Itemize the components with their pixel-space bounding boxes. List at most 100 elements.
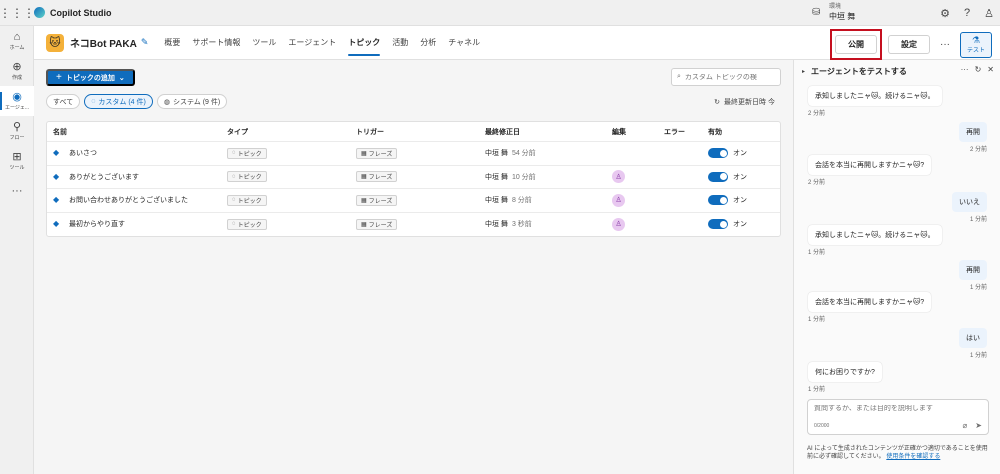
rail-item-flows[interactable]: ⚲ フロー	[0, 116, 34, 146]
rail-item-home[interactable]: ⌂ ホーム	[0, 26, 34, 56]
message-time: 2 分前	[969, 147, 987, 153]
user-message: 再開 1 分前	[959, 260, 987, 291]
trigger-tag: ▦ フレーズ	[356, 171, 398, 183]
copilot-logo-icon	[34, 7, 45, 18]
col-editing: 編集	[612, 128, 626, 136]
settings-button[interactable]: 設定	[888, 35, 930, 54]
message-bubble: 承知しましたニャ🐱。続けるニャ🐱。	[808, 86, 942, 106]
add-topic-button[interactable]: + トピックの追加 ⌄	[46, 69, 135, 86]
more-actions-button[interactable]: ···	[936, 39, 954, 50]
table-row[interactable]: ◆ あいさつ ◌ トピック ▦ フレーズ 中垣 舞 54 分前 オン	[47, 142, 780, 166]
tab-channels[interactable]: チャネル	[442, 26, 486, 60]
enabled-toggle[interactable]	[708, 148, 728, 159]
tab-topics[interactable]: トピック	[342, 26, 386, 60]
chat-input[interactable]	[814, 405, 982, 412]
topics-main: + トピックの追加 ⌄ ⌕ すべて ◌ カスタム (4 件) ◍ システム (9…	[34, 60, 793, 474]
topic-name[interactable]: ありがとうございます	[69, 172, 139, 182]
tab-knowledge[interactable]: サポート情報	[186, 26, 246, 60]
enabled-label: オン	[733, 150, 747, 158]
col-modified[interactable]: 最終修正日	[485, 127, 612, 137]
phrase-icon: ▦	[361, 197, 367, 204]
tab-agents[interactable]: エージェント	[282, 26, 342, 60]
trigger-tag: ▦ フレーズ	[356, 218, 398, 230]
enabled-toggle[interactable]	[708, 195, 728, 206]
topic-name[interactable]: あいさつ	[69, 148, 97, 158]
table-row[interactable]: ◆ ありがとうございます ◌ トピック ▦ フレーズ 中垣 舞 10 分前 ♙ オン	[47, 166, 780, 189]
filter-all[interactable]: すべて	[46, 94, 81, 109]
send-icon[interactable]: ➤	[975, 421, 982, 430]
tab-activity[interactable]: 活動	[386, 26, 414, 60]
filter-system[interactable]: ◍ システム (9 件)	[156, 94, 228, 109]
account-icon[interactable]: ♙	[984, 7, 994, 20]
rail-more-button[interactable]: ···	[0, 176, 34, 206]
col-errors: エラー	[664, 128, 685, 136]
topic-search[interactable]: ⌕	[671, 68, 781, 86]
tab-overview[interactable]: 概要	[158, 26, 186, 60]
filter-custom[interactable]: ◌ カスタム (4 件)	[84, 94, 153, 109]
refresh-label: 最終更新日時 今	[724, 99, 775, 106]
test-button[interactable]: ⚗ テスト	[960, 31, 992, 58]
bot-message: 会話を本当に再開しますかニャ🐱? 1 分前	[808, 292, 932, 323]
panel-title: エージェントをテストする	[811, 66, 907, 76]
table-row[interactable]: ◆ 最初からやり直す ◌ トピック ▦ フレーズ 中垣 舞3 秒前 ♙ オン	[47, 213, 780, 237]
close-icon[interactable]: ✕	[987, 65, 994, 74]
topic-icon: ◆	[53, 195, 60, 205]
col-name[interactable]: 名前	[47, 127, 227, 137]
table-row[interactable]: ◆ お問い合わせありがとうございました ◌ トピック ▦ フレーズ 中垣 舞8 分前 …	[47, 189, 780, 213]
rail-item-tools[interactable]: ⊞ ツール	[0, 146, 34, 176]
refresh-button[interactable]: ↻ 最終更新日時 今	[714, 97, 775, 107]
enabled-label: オン	[733, 197, 747, 205]
test-button-label: テスト	[966, 47, 985, 54]
rail-item-create[interactable]: ⊕ 作成	[0, 56, 34, 86]
bot-edit-icon[interactable]: ✎	[141, 37, 149, 48]
app-name: Copilot Studio	[50, 7, 112, 18]
col-trigger[interactable]: トリガー	[356, 127, 485, 137]
brand[interactable]: Copilot Studio	[34, 7, 111, 18]
modified-ago: 3 秒前	[511, 221, 532, 229]
flask-icon: ⚗	[971, 34, 981, 45]
terms-link[interactable]: 使用条件を確認する	[886, 454, 940, 460]
refresh-icon[interactable]: ↻	[975, 65, 982, 74]
topic-name[interactable]: お問い合わせありがとうございました	[69, 195, 188, 205]
help-icon[interactable]: ?	[964, 7, 970, 19]
search-icon: ⌕	[677, 73, 681, 80]
chat-composer[interactable]: 0/2000 ⌀ ➤	[807, 399, 989, 435]
more-icon[interactable]: ···	[961, 65, 969, 74]
topic-filters: すべて ◌ カスタム (4 件) ◍ システム (9 件)	[46, 94, 228, 109]
type-tag: ◌ トピック	[227, 218, 267, 230]
topic-icon: ◆	[53, 219, 60, 229]
tab-analytics[interactable]: 分析	[414, 26, 442, 60]
message-bubble: 会話を本当に再開しますかニャ🐱?	[808, 155, 932, 175]
rail-item-agents[interactable]: ◉ エージェ...	[0, 86, 34, 116]
bot-message: 何にお困りですか? 1 分前	[808, 362, 882, 393]
environment-picker[interactable]: ⛁ 環境 中垣 舞	[812, 3, 855, 21]
message-bubble: 再開	[959, 260, 987, 280]
publish-button[interactable]: 公開	[835, 35, 877, 54]
settings-gear-icon[interactable]: ⚙	[940, 7, 950, 20]
agent-nav: 概要 サポート情報 ツール エージェント トピック 活動 分析 チャネル	[158, 26, 486, 60]
enabled-toggle[interactable]	[708, 219, 728, 230]
tab-tools[interactable]: ツール	[246, 26, 282, 60]
attach-icon[interactable]: ⌀	[962, 421, 967, 430]
topic-name[interactable]: 最初からやり直す	[69, 219, 125, 229]
phrase-icon: ▦	[361, 150, 367, 157]
modified-by: 中垣 舞	[485, 221, 508, 229]
type-label: トピック	[237, 198, 262, 205]
chat-icon: ◌	[91, 98, 96, 105]
app-launcher-icon[interactable]: ⋮⋮⋮	[0, 6, 35, 20]
trigger-label: フレーズ	[368, 151, 393, 158]
bot-avatar: 🐱	[46, 33, 64, 52]
message-time: 1 分前	[969, 217, 987, 223]
more-icon: ···	[11, 185, 23, 197]
trigger-tag: ▦ フレーズ	[356, 147, 398, 159]
agents-icon: ◉	[12, 91, 22, 103]
environment-label: 環境	[829, 4, 842, 10]
enabled-toggle[interactable]	[708, 171, 728, 182]
col-type[interactable]: タイプ	[227, 127, 356, 137]
topic-icon: ◆	[53, 148, 60, 158]
collapse-caret-icon[interactable]: ▸	[802, 68, 805, 75]
rail-label: エージェ...	[4, 105, 30, 111]
search-input[interactable]	[684, 73, 773, 81]
modified-by: 中垣 舞	[485, 150, 508, 158]
enabled-label: オン	[733, 173, 747, 181]
